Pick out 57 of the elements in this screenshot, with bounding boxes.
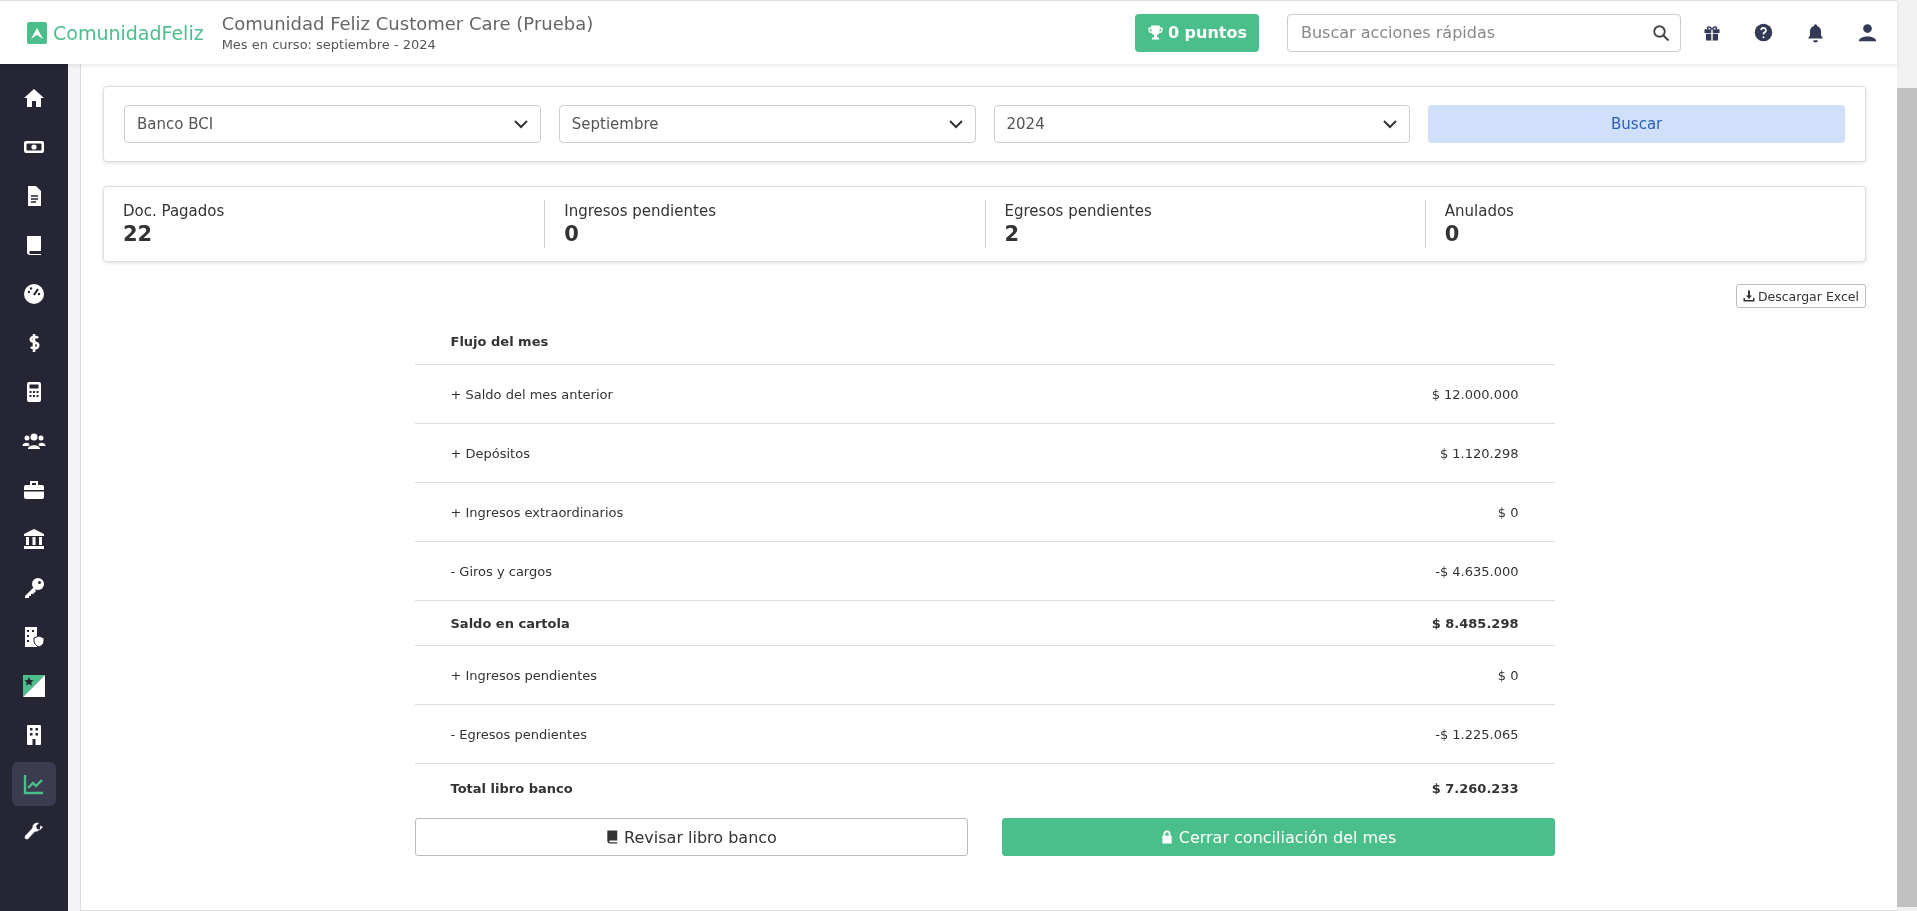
row-label: + Ingresos pendientes <box>450 667 597 683</box>
star-card-icon <box>22 674 46 698</box>
search-icon <box>1652 23 1670 42</box>
download-excel-button[interactable]: Descargar Excel <box>1735 284 1866 308</box>
row-amount: -$ 1.225.065 <box>1435 726 1519 742</box>
stat-value: 2 <box>1004 222 1021 246</box>
scrollbar[interactable] <box>1897 0 1917 911</box>
logo-text: ComunidadFeliz <box>53 21 204 44</box>
download-icon <box>1742 290 1755 302</box>
notification-bell-icon[interactable] <box>1806 22 1825 43</box>
row-amount: $ 0 <box>1497 667 1519 683</box>
building-shield-icon <box>22 625 46 649</box>
stat-value: 0 <box>1444 222 1461 246</box>
total-label: Total libro banco <box>450 780 573 796</box>
chevron-down-icon <box>513 119 528 129</box>
briefcase-icon <box>22 478 46 502</box>
review-bank-book-button[interactable]: Revisar libro banco <box>414 818 968 856</box>
row-label: + Depósitos <box>450 445 530 461</box>
stat-label: Anulados <box>1444 202 1515 220</box>
row-label: + Ingresos extraordinarios <box>450 504 624 520</box>
gauge-icon <box>22 282 46 306</box>
header-title: Comunidad Feliz Customer Care (Prueba) <box>221 13 594 34</box>
stat-label: Egresos pendientes <box>1004 202 1153 220</box>
row-label: + Saldo del mes anterior <box>450 386 613 402</box>
book-icon <box>605 829 620 845</box>
row-amount: -$ 4.635.000 <box>1435 563 1519 579</box>
stat-label: Doc. Pagados <box>123 202 226 220</box>
row-amount: $ 12.000.000 <box>1431 386 1519 402</box>
logo-icon <box>27 21 47 44</box>
lock-icon <box>1159 829 1174 845</box>
key-icon <box>22 576 46 600</box>
bank-select[interactable]: Banco BCI <box>124 105 541 143</box>
bank-icon <box>22 527 46 551</box>
user-icon[interactable] <box>1858 23 1877 42</box>
row-label: - Egresos pendientes <box>450 726 587 742</box>
trophy-icon <box>1146 24 1164 41</box>
search-field[interactable]: Buscar acciones rápidas <box>1287 13 1681 52</box>
table-title: Flujo del mes <box>450 334 549 349</box>
line-chart-icon <box>22 772 46 796</box>
chevron-down-icon <box>1383 119 1398 129</box>
help-icon[interactable] <box>1754 23 1773 42</box>
chevron-down-icon <box>948 119 963 129</box>
year-select[interactable]: 2024 <box>993 105 1411 143</box>
row-amount: $ 1.120.298 <box>1439 445 1519 461</box>
total-label: Saldo en cartola <box>450 615 570 631</box>
home-icon <box>22 86 46 110</box>
month-select[interactable]: Septiembre <box>558 105 976 143</box>
row-label: - Giros y cargos <box>450 563 552 579</box>
total-amount: $ 7.260.233 <box>1431 780 1519 796</box>
row-amount: $ 0 <box>1497 504 1519 520</box>
current-month-label: Mes en curso: septiembre - 2024 <box>221 37 437 52</box>
search-button[interactable]: Buscar <box>1428 105 1845 143</box>
stat-value: 22 <box>123 222 154 246</box>
stat-label: Ingresos pendientes <box>564 202 717 220</box>
gift-icon[interactable] <box>1703 23 1721 42</box>
stat-value: 0 <box>564 222 580 246</box>
total-amount: $ 8.485.298 <box>1431 615 1519 631</box>
